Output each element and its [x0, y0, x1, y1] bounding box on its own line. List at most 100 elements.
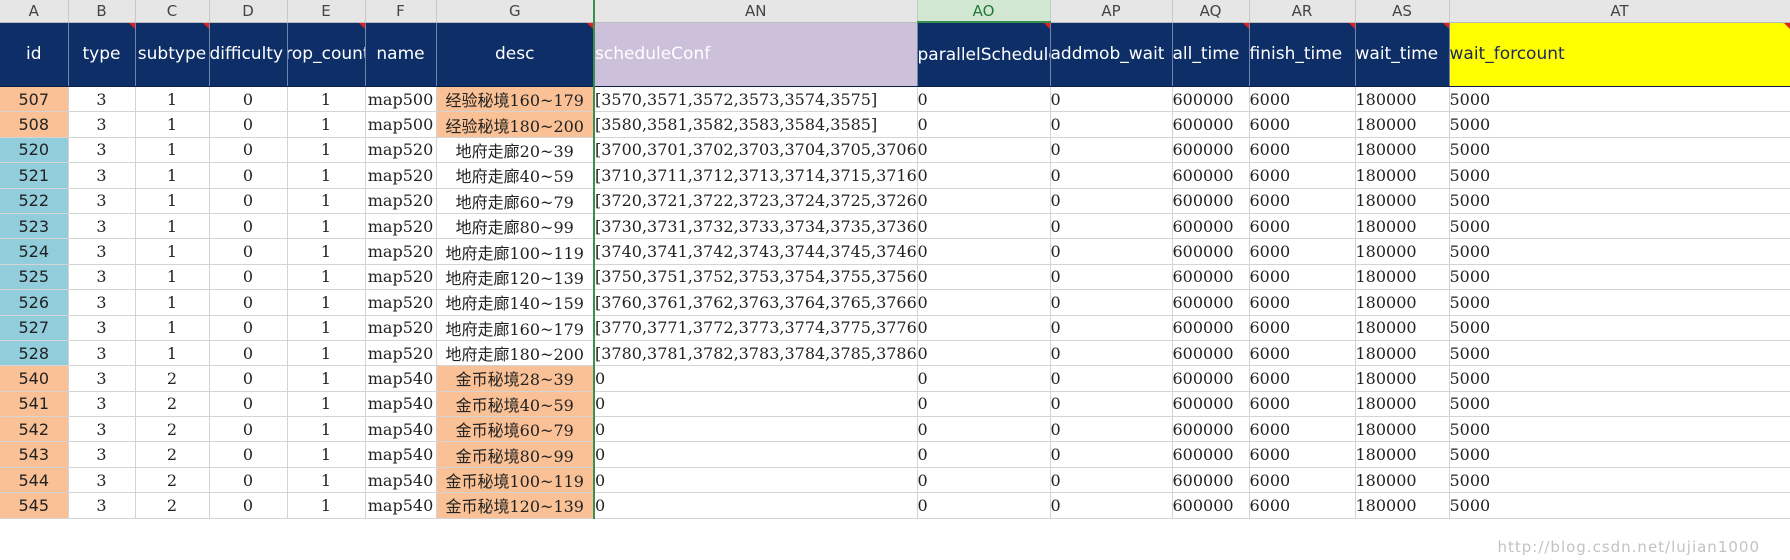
cell-all-time[interactable]: 600000	[1172, 188, 1250, 214]
cell-id[interactable]: 520	[0, 137, 69, 164]
cell-drop-count[interactable]: 1	[287, 365, 366, 392]
cell-drop-count[interactable]: 1	[287, 111, 366, 138]
cell-drop-count[interactable]: 1	[287, 137, 366, 164]
cell-type[interactable]: 3	[68, 188, 136, 214]
cell-all-time[interactable]: 600000	[1172, 441, 1250, 468]
cell-all-time[interactable]: 600000	[1172, 213, 1250, 240]
cell-id[interactable]: 541	[0, 391, 69, 418]
cell-subtype[interactable]: 1	[135, 340, 210, 367]
cell-finish-time[interactable]: 6000	[1249, 111, 1356, 138]
cell-scheduleconf[interactable]: [3720,3721,3722,3723,3724,3725,3726]	[594, 188, 918, 214]
cell-drop-count[interactable]: 1	[287, 289, 366, 316]
cell-subtype[interactable]: 1	[135, 289, 210, 316]
cell-scheduleconf[interactable]: [3780,3781,3782,3783,3784,3785,3786]	[594, 340, 918, 367]
cell-difficulty[interactable]: 0	[209, 137, 288, 164]
header-cell-wait-forcount[interactable]: wait_forcount	[1449, 22, 1790, 87]
cell-drop-count[interactable]: 1	[287, 441, 366, 468]
cell-wait-time[interactable]: 180000	[1355, 111, 1450, 138]
cell-id[interactable]: 523	[0, 213, 69, 240]
cell-wait-forcount[interactable]: 5000	[1449, 213, 1790, 240]
cell-addmob-wait[interactable]: 0	[1050, 315, 1173, 341]
cell-finish-time[interactable]: 6000	[1249, 188, 1356, 214]
cell-wait-time[interactable]: 180000	[1355, 188, 1450, 214]
cell-wait-time[interactable]: 180000	[1355, 137, 1450, 164]
column-letter-g[interactable]: G	[436, 0, 595, 23]
cell-difficulty[interactable]: 0	[209, 86, 288, 113]
cell-desc[interactable]: 经验秘境180~200	[436, 111, 595, 138]
cell-subtype[interactable]: 1	[135, 162, 210, 189]
cell-parallelschedule[interactable]: 0	[917, 340, 1051, 367]
column-letter-as[interactable]: AS	[1355, 0, 1450, 23]
cell-id[interactable]: 524	[0, 238, 69, 265]
cell-name[interactable]: map520	[365, 340, 437, 367]
cell-difficulty[interactable]: 0	[209, 441, 288, 468]
cell-all-time[interactable]: 600000	[1172, 340, 1250, 367]
cell-desc[interactable]: 地府走廊20~39	[436, 137, 595, 164]
cell-id[interactable]: 525	[0, 264, 69, 291]
cell-id[interactable]: 545	[0, 492, 69, 519]
cell-name[interactable]: map540	[365, 391, 437, 418]
cell-subtype[interactable]: 1	[135, 137, 210, 164]
column-letter-ar[interactable]: AR	[1249, 0, 1356, 23]
cell-all-time[interactable]: 600000	[1172, 467, 1250, 494]
cell-scheduleconf[interactable]: [3770,3771,3772,3773,3774,3775,3776]	[594, 315, 918, 341]
cell-addmob-wait[interactable]: 0	[1050, 365, 1173, 392]
cell-wait-forcount[interactable]: 5000	[1449, 289, 1790, 316]
cell-desc[interactable]: 金币秘境28~39	[436, 365, 595, 392]
cell-finish-time[interactable]: 6000	[1249, 416, 1356, 443]
cell-wait-time[interactable]: 180000	[1355, 340, 1450, 367]
cell-drop-count[interactable]: 1	[287, 315, 366, 341]
cell-all-time[interactable]: 600000	[1172, 162, 1250, 189]
cell-wait-forcount[interactable]: 5000	[1449, 238, 1790, 265]
cell-type[interactable]: 3	[68, 340, 136, 367]
cell-type[interactable]: 3	[68, 365, 136, 392]
cell-wait-forcount[interactable]: 5000	[1449, 467, 1790, 494]
cell-name[interactable]: map540	[365, 467, 437, 494]
column-letter-a[interactable]: A	[0, 0, 69, 23]
cell-subtype[interactable]: 1	[135, 188, 210, 214]
cell-difficulty[interactable]: 0	[209, 315, 288, 341]
cell-desc[interactable]: 经验秘境160~179	[436, 86, 595, 113]
cell-wait-time[interactable]: 180000	[1355, 467, 1450, 494]
cell-scheduleconf[interactable]: [3710,3711,3712,3713,3714,3715,3716]	[594, 162, 918, 189]
cell-subtype[interactable]: 1	[135, 86, 210, 113]
cell-parallelschedule[interactable]: 0	[917, 188, 1051, 214]
cell-scheduleconf[interactable]: [3740,3741,3742,3743,3744,3745,3746]	[594, 238, 918, 265]
cell-drop-count[interactable]: 1	[287, 391, 366, 418]
cell-scheduleconf[interactable]: 0	[594, 467, 918, 494]
cell-all-time[interactable]: 600000	[1172, 264, 1250, 291]
header-cell-difficulty[interactable]: difficulty	[209, 22, 288, 87]
header-cell-addmob-wait[interactable]: addmob_wait	[1050, 22, 1173, 87]
cell-desc[interactable]: 金币秘境100~119	[436, 467, 595, 494]
cell-all-time[interactable]: 600000	[1172, 289, 1250, 316]
cell-scheduleconf[interactable]: [3730,3731,3732,3733,3734,3735,3736]	[594, 213, 918, 240]
cell-wait-time[interactable]: 180000	[1355, 365, 1450, 392]
cell-difficulty[interactable]: 0	[209, 264, 288, 291]
cell-all-time[interactable]: 600000	[1172, 365, 1250, 392]
cell-finish-time[interactable]: 6000	[1249, 289, 1356, 316]
cell-subtype[interactable]: 1	[135, 111, 210, 138]
header-cell-scheduleconf[interactable]: scheduleConf	[594, 22, 918, 87]
cell-difficulty[interactable]: 0	[209, 162, 288, 189]
cell-parallelschedule[interactable]: 0	[917, 162, 1051, 189]
cell-finish-time[interactable]: 6000	[1249, 365, 1356, 392]
cell-difficulty[interactable]: 0	[209, 391, 288, 418]
cell-wait-forcount[interactable]: 5000	[1449, 492, 1790, 519]
cell-all-time[interactable]: 600000	[1172, 137, 1250, 164]
cell-id[interactable]: 544	[0, 467, 69, 494]
cell-type[interactable]: 3	[68, 441, 136, 468]
cell-parallelschedule[interactable]: 0	[917, 238, 1051, 265]
cell-addmob-wait[interactable]: 0	[1050, 213, 1173, 240]
cell-wait-forcount[interactable]: 5000	[1449, 365, 1790, 392]
cell-subtype[interactable]: 2	[135, 391, 210, 418]
column-letter-d[interactable]: D	[209, 0, 288, 23]
cell-parallelschedule[interactable]: 0	[917, 111, 1051, 138]
column-letter-ap[interactable]: AP	[1050, 0, 1173, 23]
cell-drop-count[interactable]: 1	[287, 238, 366, 265]
cell-name[interactable]: map540	[365, 416, 437, 443]
cell-scheduleconf[interactable]: [3760,3761,3762,3763,3764,3765,3766]	[594, 289, 918, 316]
cell-name[interactable]: map540	[365, 441, 437, 468]
cell-addmob-wait[interactable]: 0	[1050, 289, 1173, 316]
cell-scheduleconf[interactable]: [3750,3751,3752,3753,3754,3755,3756]	[594, 264, 918, 291]
cell-parallelschedule[interactable]: 0	[917, 86, 1051, 113]
